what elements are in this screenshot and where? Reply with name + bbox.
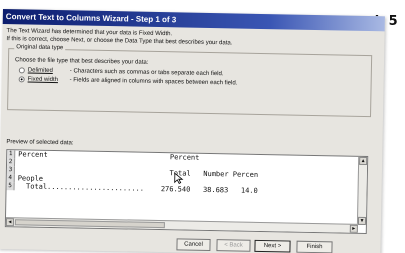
scroll-down-arrow-icon[interactable]: ▼	[357, 216, 367, 226]
next-button[interactable]: Next >	[254, 239, 291, 253]
scroll-up-arrow-icon[interactable]: ▲	[359, 156, 368, 166]
preview-label: Preview of selected data:	[6, 139, 74, 147]
delimited-radio[interactable]	[18, 67, 25, 74]
fixed-width-label[interactable]: Fixed width	[28, 76, 68, 83]
delimited-option[interactable]: Delimited - Characters such as commas or…	[18, 67, 224, 78]
convert-text-wizard-dialog: Convert Text to Columns Wizard - Step 1 …	[0, 9, 385, 253]
row-number: 5	[6, 182, 15, 191]
fixed-width-radio[interactable]	[18, 76, 25, 83]
fixed-width-option[interactable]: Fixed width - Fields are aligned in colu…	[18, 76, 238, 87]
scroll-left-arrow-icon[interactable]: ◀	[5, 218, 14, 227]
scroll-right-arrow-icon[interactable]: ▶	[349, 224, 358, 233]
row-number: 4	[6, 174, 15, 183]
row-number: 1	[7, 150, 16, 159]
text-cursor-icon	[174, 172, 184, 184]
cancel-button[interactable]: Cancel	[176, 238, 211, 252]
delimited-label[interactable]: Delimited	[28, 67, 68, 74]
group-legend: Original data type	[14, 44, 66, 52]
vertical-scrollbar[interactable]: ▲ ▼	[356, 156, 368, 226]
fixed-width-description: - Fields are aligned in columns with spa…	[69, 77, 238, 87]
finish-button[interactable]: Finish	[296, 240, 333, 253]
delimited-description: - Characters such as commas or tabs sepa…	[69, 68, 224, 78]
row-number: 2	[6, 158, 16, 167]
scroll-thumb[interactable]	[14, 219, 165, 229]
horizontal-scrollbar[interactable]: ◀ ▶	[5, 217, 358, 233]
button-row: Cancel < Back Next > Finish	[0, 235, 381, 253]
back-button[interactable]: < Back	[216, 239, 251, 252]
original-data-type-group: Original data type Choose the file type …	[7, 44, 373, 118]
group-prompt: Choose the file type that best describes…	[14, 57, 149, 66]
row-text	[15, 158, 18, 166]
data-preview[interactable]: 1 Percent Percent 2 3 Total Number Perce…	[4, 149, 369, 235]
row-number: 3	[6, 166, 15, 175]
